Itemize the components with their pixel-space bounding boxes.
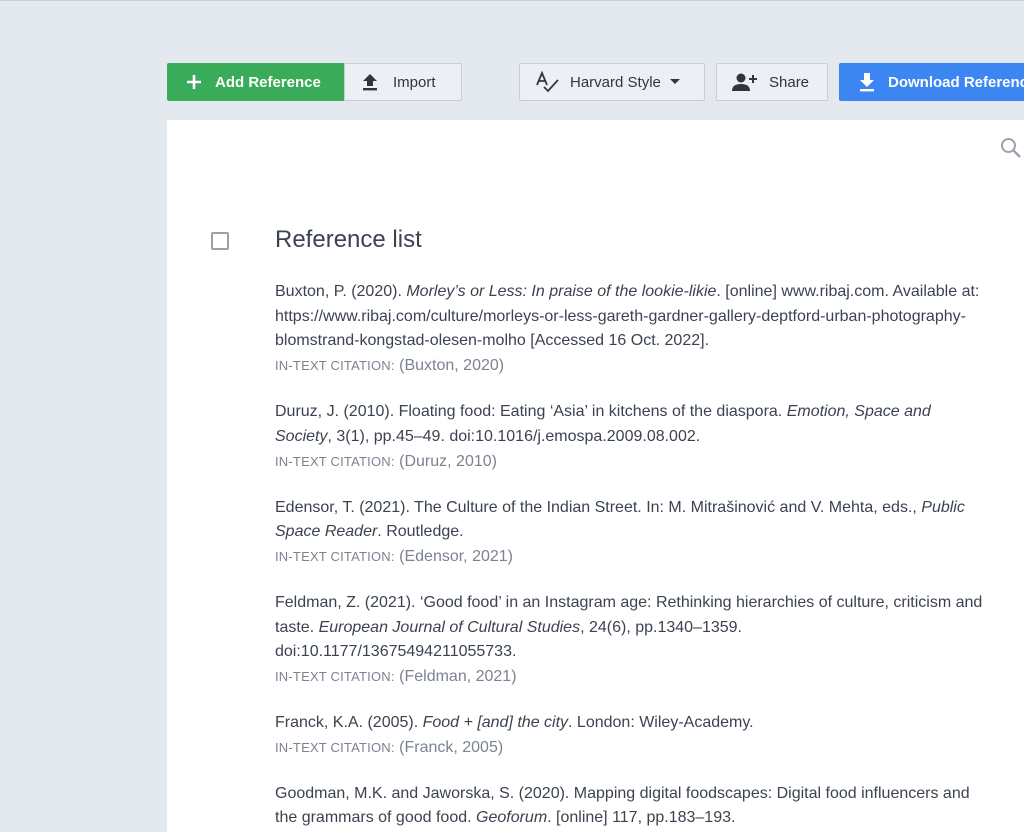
share-button[interactable]: Share: [716, 63, 828, 101]
citation-style-label: Harvard Style: [570, 73, 661, 91]
in-text-citation-label: IN-TEXT CITATION:: [275, 739, 395, 755]
top-divider: [0, 0, 1024, 1]
reference-text-part: . London: Wiley-Academy.: [568, 714, 754, 732]
reference-text-part: Edensor, T. (2021). The Culture of the I…: [275, 498, 922, 516]
reference-text: Buxton, P. (2020). Morley’s or Less: In …: [275, 280, 985, 354]
reference-text-part: Franck, K.A. (2005).: [275, 714, 423, 732]
in-text-citation-label: IN-TEXT CITATION:: [275, 548, 395, 564]
reference-item[interactable]: Buxton, P. (2020). Morley’s or Less: In …: [275, 280, 985, 378]
upload-icon: [361, 73, 379, 91]
reference-text-part: Duruz, J. (2010). Floating food: Eating …: [275, 403, 787, 421]
download-label: Download References: [888, 73, 1024, 91]
spellcheck-icon: [536, 71, 560, 93]
in-text-citation-value: (Buxton, 2020): [399, 357, 505, 375]
reference-item[interactable]: Feldman, Z. (2021). ‘Good food’ in an In…: [275, 591, 985, 689]
in-text-citation-label: IN-TEXT CITATION:: [275, 453, 395, 469]
reference-item[interactable]: Franck, K.A. (2005). Food + [and] the ci…: [275, 711, 985, 760]
in-text-citation-label: IN-TEXT CITATION:: [275, 669, 395, 685]
in-text-citation-value: (Franck, 2005): [399, 738, 504, 756]
reference-list: Buxton, P. (2020). Morley’s or Less: In …: [275, 280, 985, 832]
reference-title-italic: Morley’s or Less: In praise of the looki…: [406, 283, 717, 300]
reference-text: Franck, K.A. (2005). Food + [and] the ci…: [275, 711, 985, 736]
reference-text: Goodman, M.K. and Jaworska, S. (2020). M…: [275, 782, 985, 831]
reference-text: Duruz, J. (2010). Floating food: Eating …: [275, 400, 985, 449]
in-text-citation: IN-TEXT CITATION: (Duruz, 2010): [275, 450, 985, 474]
reference-text-part: . Routledge.: [377, 523, 464, 541]
add-reference-label: Add Reference: [215, 73, 321, 91]
in-text-citation: IN-TEXT CITATION: (Feldman, 2021): [275, 665, 985, 689]
import-button[interactable]: Import: [344, 63, 462, 101]
select-all-checkbox[interactable]: [211, 232, 229, 250]
in-text-citation-label: IN-TEXT CITATION:: [275, 358, 395, 374]
download-icon: [858, 72, 876, 92]
reference-text-part: . [online] 117, pp.183–193.: [547, 809, 736, 827]
import-label: Import: [393, 73, 436, 91]
citation-style-dropdown[interactable]: Harvard Style: [519, 63, 705, 101]
reference-item[interactable]: Goodman, M.K. and Jaworska, S. (2020). M…: [275, 782, 985, 831]
in-text-citation: IN-TEXT CITATION: (Edensor, 2021): [275, 545, 985, 569]
share-label: Share: [769, 73, 810, 91]
in-text-citation-value: (Duruz, 2010): [399, 452, 497, 470]
search-icon[interactable]: [999, 136, 1023, 165]
reference-text-part: , 3(1), pp.45–49. doi:10.1016/j.emospa.2…: [327, 427, 701, 445]
reference-title-italic: European Journal of Cultural Studies: [318, 618, 581, 636]
reference-panel: Reference list Buxton, P. (2020). Morley…: [167, 120, 1024, 832]
reference-text: Feldman, Z. (2021). ‘Good food’ in an In…: [275, 591, 985, 665]
caret-down-icon: [669, 78, 681, 86]
add-reference-button[interactable]: Add Reference: [167, 63, 345, 101]
reference-item[interactable]: Edensor, T. (2021). The Culture of the I…: [275, 496, 985, 569]
plus-icon: [185, 73, 203, 91]
add-person-icon: [731, 72, 759, 92]
reference-title-italic: Geoforum: [476, 809, 548, 827]
reference-text: Edensor, T. (2021). The Culture of the I…: [275, 496, 985, 545]
download-references-button[interactable]: Download References: [839, 63, 1024, 101]
reference-text-part: Buxton, P. (2020).: [275, 283, 407, 300]
in-text-citation: IN-TEXT CITATION: (Franck, 2005): [275, 736, 985, 760]
reference-title-italic: Food + [and] the city: [422, 714, 569, 732]
reference-item[interactable]: Duruz, J. (2010). Floating food: Eating …: [275, 400, 985, 473]
reference-list-title: Reference list: [275, 226, 422, 253]
in-text-citation-value: (Edensor, 2021): [399, 547, 513, 565]
in-text-citation: IN-TEXT CITATION: (Buxton, 2020): [275, 354, 985, 378]
in-text-citation-value: (Feldman, 2021): [399, 668, 517, 686]
